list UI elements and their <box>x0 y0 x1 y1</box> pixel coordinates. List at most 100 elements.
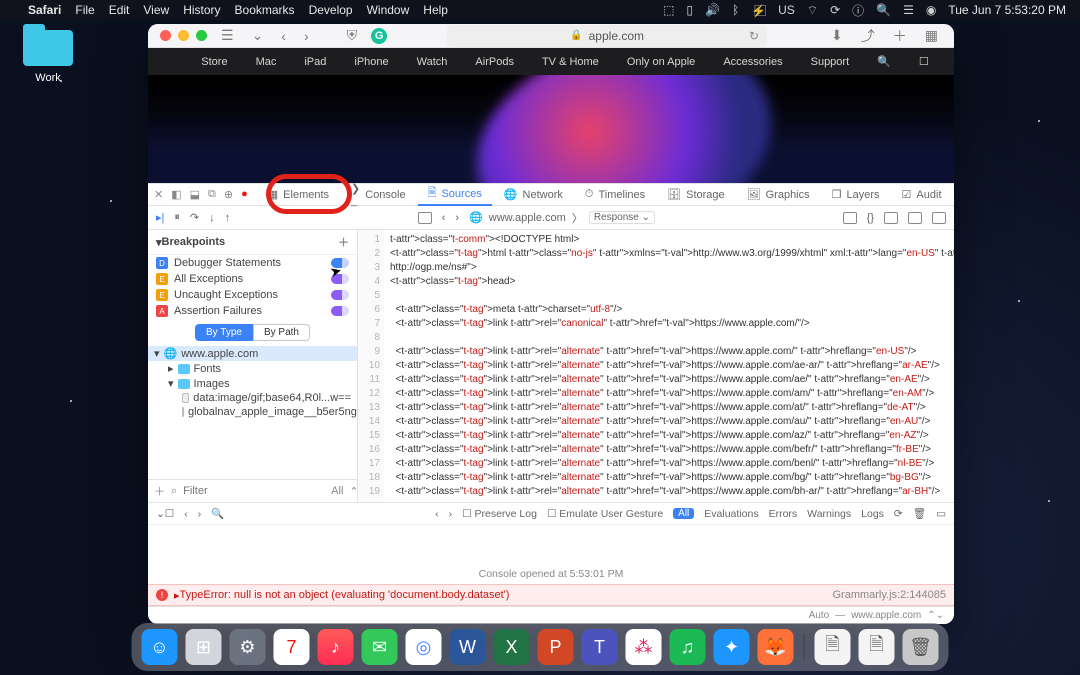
record-icon[interactable]: ● <box>241 188 248 201</box>
tab-timelines[interactable]: ⏱Timelines <box>575 184 655 206</box>
toggle[interactable] <box>331 290 349 300</box>
target-icon[interactable]: ⊕ <box>224 188 233 201</box>
address-bar[interactable]: 🔒 apple.com ↻ <box>447 25 767 47</box>
dock-slack[interactable]: ⁂ <box>626 629 662 665</box>
siri-icon[interactable]: ◉ <box>926 3 936 17</box>
clear-console-icon[interactable]: 🗑 <box>913 507 926 520</box>
reload-icon[interactable]: ↻ <box>749 29 759 43</box>
dock-left-icon[interactable]: ◧ <box>171 188 181 201</box>
step-into-icon[interactable]: ↓ <box>209 212 215 224</box>
console-nav-fwd[interactable]: › <box>449 508 453 520</box>
layout-icon-2[interactable] <box>884 212 898 224</box>
nav-only[interactable]: Only on Apple <box>627 56 696 68</box>
layout-icon-3[interactable] <box>908 212 922 224</box>
filter-evaluations[interactable]: Evaluations <box>704 508 758 520</box>
error-source[interactable]: Grammarly.js:2:144085 <box>832 589 946 601</box>
pill-by-path[interactable]: By Path <box>253 324 310 341</box>
bag-icon[interactable]: ☐ <box>919 55 929 68</box>
layout-icon-4[interactable] <box>932 212 946 224</box>
tab-graphics[interactable]: 🖼Graphics <box>737 184 820 206</box>
source-editor[interactable]: 1 2 3 4 5 6 7 8 9 10 11 12 13 14 15 16 1… <box>358 230 954 502</box>
bp-debugger-statements[interactable]: DDebugger Statements <box>148 255 357 271</box>
console-nav-back[interactable]: ‹ <box>435 508 439 520</box>
bp-all-exceptions[interactable]: EAll Exceptions <box>148 271 357 287</box>
status-host[interactable]: www.apple.com <box>851 610 921 621</box>
dock-calendar[interactable]: 7 <box>274 629 310 665</box>
tree-file-1[interactable]: data:image/gif;base64,R0l...w== <box>148 391 357 405</box>
dock-powerpoint[interactable]: P <box>538 629 574 665</box>
chevron-updown-icon[interactable]: ⌃⌄ <box>927 610 944 621</box>
dropbox-icon[interactable]: ⬚ <box>663 3 674 17</box>
preserve-log-checkbox[interactable]: ☐ Preserve Log <box>462 508 537 520</box>
battery-icon[interactable]: ⚡⃞ <box>751 2 766 19</box>
tree-file-2[interactable]: globalnav_apple_image__b5er5ngrzxqq... <box>148 405 357 419</box>
privacy-report-icon[interactable]: ⛨ <box>343 27 362 44</box>
toggle[interactable] <box>331 306 349 316</box>
dock-firefox[interactable]: 🦊 <box>758 629 794 665</box>
tree-host[interactable]: ▾ 🌐 www.apple.com <box>148 346 357 361</box>
sidebar-toggle-icon[interactable]: ☰ <box>217 27 238 44</box>
braces-icon[interactable]: {} <box>867 212 874 224</box>
maximize-button[interactable] <box>196 30 207 41</box>
add-breakpoint-icon[interactable]: ＋ <box>338 234 349 250</box>
dock-safari[interactable]: ✦ <box>714 629 750 665</box>
tab-overview-icon[interactable]: ▦ <box>921 27 942 44</box>
dock-bottom-icon[interactable]: ⬓ <box>190 188 200 201</box>
forward-button[interactable]: › <box>300 28 313 44</box>
filter-logs[interactable]: Logs <box>861 508 884 520</box>
tab-audit[interactable]: ☑Audit <box>892 184 952 206</box>
emulate-gesture-checkbox[interactable]: ☐ Emulate User Gesture <box>547 508 663 520</box>
history-forward-icon[interactable]: › <box>455 212 459 224</box>
sync-icon[interactable]: ⟳ <box>830 3 840 17</box>
close-devtools-icon[interactable]: ✕ <box>154 188 163 201</box>
popout-icon[interactable]: ⧉ <box>208 188 216 201</box>
bp-uncaught-exceptions[interactable]: EUncaught Exceptions <box>148 287 357 303</box>
close-button[interactable] <box>160 30 171 41</box>
dock-launchpad[interactable]: ⊞ <box>186 629 222 665</box>
menu-develop[interactable]: Develop <box>309 3 353 17</box>
input-source[interactable]: US <box>778 3 795 17</box>
nav-mac[interactable]: Mac <box>256 56 277 68</box>
add-icon[interactable]: ＋ <box>154 483 165 499</box>
dock-doc-icon[interactable]: 🗎 <box>859 629 895 665</box>
nav-watch[interactable]: Watch <box>417 56 448 68</box>
volume-icon[interactable]: 🔊 <box>705 3 720 17</box>
spotlight-icon[interactable]: 🔍 <box>876 3 891 17</box>
dock-word[interactable]: W <box>450 629 486 665</box>
filter-all[interactable]: All <box>673 508 694 519</box>
minimize-button[interactable] <box>178 30 189 41</box>
dock-spotify[interactable]: ♫ <box>670 629 706 665</box>
menu-window[interactable]: Window <box>367 3 410 17</box>
console-error-row[interactable]: ! ▸ TypeError: null is not an object (ev… <box>148 584 954 606</box>
console-fwd-icon[interactable]: › <box>198 508 202 520</box>
nav-iphone[interactable]: iPhone <box>354 56 388 68</box>
devtools-search-icon[interactable]: 🔍 <box>954 188 955 201</box>
tab-network[interactable]: 🌐Network <box>494 184 573 206</box>
menu-history[interactable]: History <box>183 3 220 17</box>
tab-elements[interactable]: ▦Elements <box>258 184 339 206</box>
new-tab-icon[interactable]: ＋ <box>889 26 911 46</box>
pill-by-type[interactable]: By Type <box>195 324 253 341</box>
back-button[interactable]: ‹ <box>277 28 290 44</box>
downloads-icon[interactable]: ⬇ <box>827 27 847 44</box>
dock-finder[interactable]: ☺ <box>142 629 178 665</box>
tree-folder-fonts[interactable]: ▸ Fonts <box>148 361 357 376</box>
bp-assertion-failures[interactable]: AAssertion Failures <box>148 303 357 319</box>
reload-console-icon[interactable]: ⟳ <box>894 508 903 520</box>
filter-errors[interactable]: Errors <box>769 508 798 520</box>
section-chip[interactable]: Response ⌄ <box>589 211 655 224</box>
nav-store[interactable]: Store <box>201 56 227 68</box>
nav-tvhome[interactable]: TV & Home <box>542 56 599 68</box>
nav-support[interactable]: Support <box>811 56 850 68</box>
tab-sources[interactable]: 🗎Sources <box>418 184 492 206</box>
dock-messages[interactable]: ✉ <box>362 629 398 665</box>
tab-console[interactable]: ❯_Console <box>341 184 416 206</box>
dock-chrome[interactable]: ◎ <box>406 629 442 665</box>
filter-scope[interactable]: All <box>331 485 343 497</box>
dock-teams[interactable]: T <box>582 629 618 665</box>
status-mode[interactable]: Auto <box>809 610 830 621</box>
share-icon[interactable]: ⤴ <box>857 26 879 46</box>
menu-bookmarks[interactable]: Bookmarks <box>235 3 295 17</box>
app-name[interactable]: Safari <box>28 3 61 17</box>
dock-music[interactable]: ♪ <box>318 629 354 665</box>
